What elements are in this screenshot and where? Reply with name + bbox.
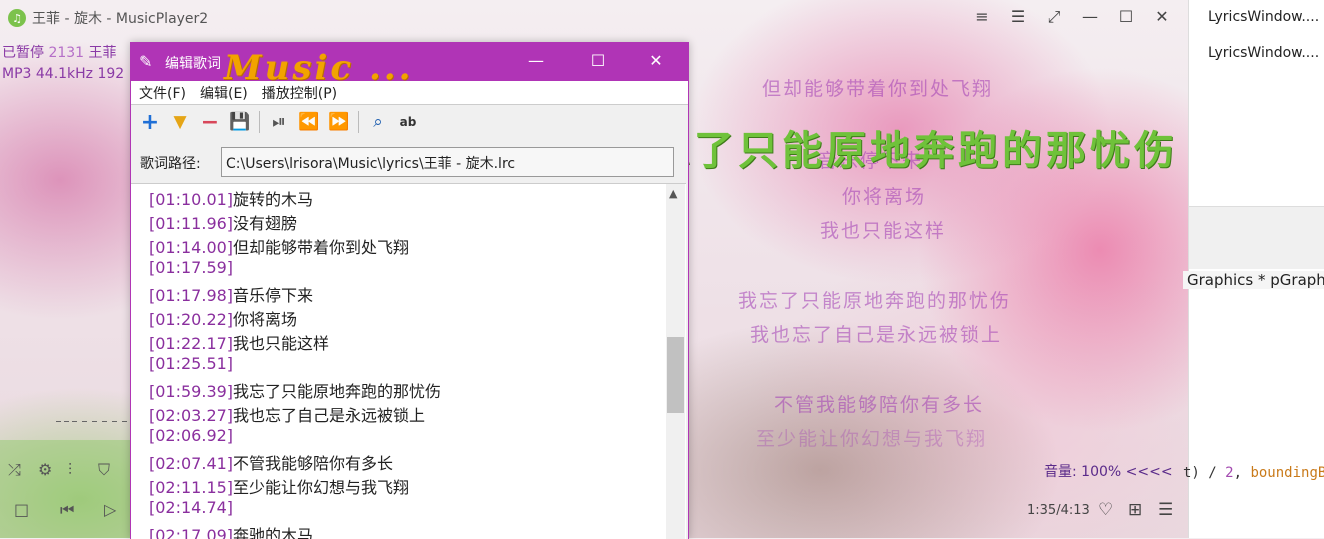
- playback-status: 已暂停 2131 王菲: [2, 45, 117, 61]
- lyric-line: 我也忘了自己是永远被锁上: [750, 324, 1003, 346]
- dialog-toolbar: + ▼ − 💾 ⏯ ⏪ ⏩ ⌕ ab: [131, 106, 688, 138]
- toolbar-separator: [259, 111, 260, 133]
- left-control-bar: [0, 440, 132, 538]
- dialog-title-bar: ✎ 编辑歌词 — ☐ ✕: [131, 43, 688, 81]
- menu-edit[interactable]: 编辑(E): [200, 83, 248, 103]
- settings-icon[interactable]: ⚙: [38, 460, 52, 479]
- lyric-row[interactable]: [02:06.92]: [149, 426, 233, 445]
- fullscreen-icon[interactable]: ⤢: [1036, 7, 1072, 27]
- window-controls: ≡ ☰ ⤢ — ☐ ✕: [964, 7, 1180, 27]
- lyric-row[interactable]: [01:11.96]没有翅膀: [149, 210, 297, 234]
- file-tab[interactable]: LyricsWindow....: [1208, 9, 1319, 25]
- menu-file[interactable]: 文件(F): [139, 83, 186, 103]
- lyric-row[interactable]: [02:11.15]至少能让你幻想与我飞翔: [149, 474, 409, 498]
- lyric-text-editor[interactable]: [01:10.01]旋转的木马 [01:11.96]没有翅膀 [01:14.00…: [131, 183, 686, 539]
- rewind-icon[interactable]: ⏪: [294, 108, 324, 136]
- lyric-row[interactable]: [01:14.00]但却能够带着你到处飞翔: [149, 234, 409, 258]
- lyric-row[interactable]: [01:17.98]音乐停下来: [149, 282, 313, 306]
- lyric-row[interactable]: [01:17.59]: [149, 258, 233, 277]
- lyric-line: 但却能够带着你到处飞翔: [762, 78, 994, 100]
- lyric-path-label: 歌词路径:: [140, 156, 201, 172]
- lyric-row[interactable]: [02:03.27]我也忘了自己是永远被锁上: [149, 402, 425, 426]
- shuffle-icon[interactable]: ⤮: [8, 460, 21, 480]
- lyric-row[interactable]: [01:25.51]: [149, 354, 233, 373]
- maximize-button[interactable]: ☐: [583, 51, 613, 70]
- add-icon[interactable]: +: [135, 108, 165, 136]
- play-pause-icon[interactable]: ⏯: [264, 108, 294, 136]
- file-tab[interactable]: LyricsWindow....: [1208, 45, 1319, 61]
- lyric-line: 至少能让你幻想与我飞翔: [756, 428, 988, 450]
- media-library-icon[interactable]: ⊞: [1128, 500, 1142, 520]
- edit-pen-icon: ✎: [139, 52, 153, 71]
- equalizer-icon[interactable]: ⫶: [68, 460, 72, 480]
- lyric-row[interactable]: [01:59.39]我忘了只能原地奔跑的那忧伤: [149, 378, 441, 402]
- find-icon[interactable]: ⌕: [363, 108, 393, 136]
- skin-icon[interactable]: ⛉: [98, 460, 110, 480]
- playlist-icon[interactable]: ☰: [1158, 500, 1173, 520]
- menu-icon[interactable]: ≡: [964, 7, 1000, 27]
- scrollbar-thumb[interactable]: [667, 337, 684, 413]
- code-line: t) / 2, boundingB: [1183, 465, 1324, 481]
- dialog-menu-bar: 文件(F) 编辑(E) 播放控制(P): [131, 81, 688, 105]
- lyric-editor-dialog: ✎ 编辑歌词 — ☐ ✕ 文件(F) 编辑(E) 播放控制(P) + ▼ − 💾…: [130, 42, 689, 539]
- minimize-button[interactable]: —: [1072, 7, 1108, 27]
- insert-down-icon[interactable]: ▼: [165, 108, 195, 136]
- app-music-icon: ♫: [8, 9, 26, 27]
- lyric-row[interactable]: [02:14.74]: [149, 498, 233, 517]
- minimize-button[interactable]: —: [521, 51, 551, 70]
- stop-icon[interactable]: □: [14, 500, 29, 519]
- lyric-row[interactable]: [02:17.09]奔驰的木马: [149, 522, 313, 539]
- window-title-bar: ♫ 王菲 - 旋木 - MusicPlayer2: [8, 8, 208, 28]
- menu-playback-control[interactable]: 播放控制(P): [262, 83, 337, 103]
- lyric-row[interactable]: [01:20.22]你将离场: [149, 306, 297, 330]
- spectrum-visualizer: [54, 374, 134, 422]
- lyric-line: 不管我能够陪你有多长: [774, 394, 985, 416]
- lyric-path-field[interactable]: C:\Users\lrisora\Music\lyrics\王菲 - 旋木.lr…: [221, 147, 674, 177]
- lyric-line: 你将离场: [842, 186, 927, 208]
- previous-icon[interactable]: ⏮: [60, 500, 74, 520]
- maximize-button[interactable]: ☐: [1108, 7, 1144, 27]
- code-line: Graphics * pGraphics: [1183, 271, 1324, 289]
- replace-icon[interactable]: ab: [393, 108, 423, 136]
- scroll-up-icon[interactable]: ▲: [669, 187, 677, 200]
- lyric-line: 我也只能这样: [820, 220, 947, 242]
- minimode-icon[interactable]: ☰: [1000, 7, 1036, 27]
- volume-indicator[interactable]: 音量: 100% <<<<: [1044, 461, 1173, 481]
- editor-header: [1189, 206, 1324, 269]
- window-title: 王菲 - 旋木 - MusicPlayer2: [32, 11, 209, 27]
- toolbar-separator: [358, 111, 359, 133]
- fast-forward-icon[interactable]: ⏩: [324, 108, 354, 136]
- delete-icon[interactable]: −: [195, 108, 225, 136]
- lyric-line: 我忘了只能原地奔跑的那忧伤: [738, 290, 1012, 312]
- code-editor-panel: LyricsWindow.... LyricsWindow.... Graphi…: [1183, 0, 1324, 538]
- close-button[interactable]: ✕: [641, 51, 671, 70]
- current-lyric: 我忘了只能原地奔跑的那忧伤: [606, 127, 1178, 174]
- lyric-row[interactable]: [01:10.01]旋转的木马: [149, 186, 313, 210]
- play-icon[interactable]: ▷: [104, 500, 116, 519]
- save-icon[interactable]: 💾: [225, 108, 255, 136]
- close-button[interactable]: ✕: [1144, 7, 1180, 27]
- format-info: MP3 44.1kHz 192: [2, 66, 125, 82]
- time-position: 1:35/4:13: [1027, 503, 1090, 518]
- favorite-heart-icon[interactable]: ♡: [1098, 500, 1113, 520]
- vertical-scrollbar[interactable]: ▲: [666, 184, 685, 539]
- lyric-row[interactable]: [01:22.17]我也只能这样: [149, 330, 329, 354]
- lyric-row[interactable]: [02:07.41]不管我能够陪你有多长: [149, 450, 393, 474]
- dialog-title: 编辑歌词: [165, 56, 221, 72]
